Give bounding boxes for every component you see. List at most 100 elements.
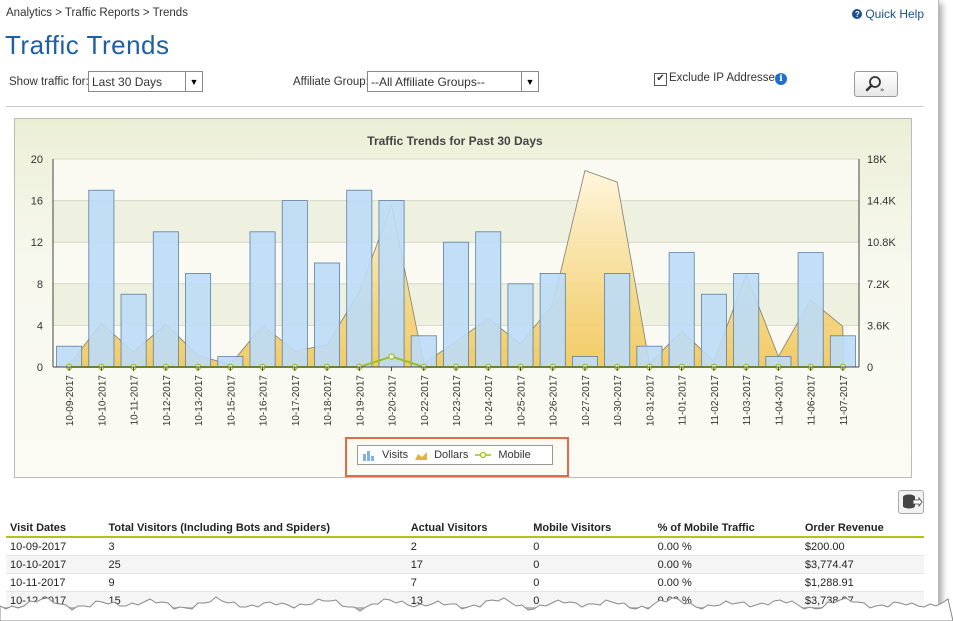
show-traffic-select[interactable]: Last 30 Days ▼ bbox=[88, 71, 203, 92]
table-cell: 7 bbox=[406, 573, 530, 592]
x-tick-label: 10-09-2017 bbox=[65, 375, 76, 427]
divider bbox=[6, 106, 924, 107]
chevron-down-icon: ▼ bbox=[521, 72, 538, 91]
affiliate-group-value: --All Affiliate Groups-- bbox=[371, 74, 485, 89]
x-tick-label: 10-23-2017 bbox=[452, 375, 463, 427]
table-cell: 10-10-2017 bbox=[6, 555, 105, 574]
visits-bar bbox=[475, 231, 502, 368]
table-cell: 0.00 % bbox=[653, 555, 801, 574]
line-chart-icon bbox=[475, 451, 492, 459]
x-tick-label: 10-11-2017 bbox=[130, 375, 141, 426]
table-cell: $3,774.47 bbox=[800, 555, 924, 574]
visits-bar bbox=[668, 252, 695, 368]
x-tick-label: 11-06-2017 bbox=[807, 375, 818, 426]
x-tick-label: 10-26-2017 bbox=[549, 375, 560, 427]
column-header[interactable]: Total Visitors (Including Bots and Spide… bbox=[104, 519, 407, 538]
visits-bar bbox=[539, 272, 566, 368]
area-chart-icon bbox=[415, 452, 428, 460]
table-row: 10-09-2017 3 2 0 0.00 % $200.00 bbox=[6, 537, 924, 556]
x-tick-label: 10-24-2017 bbox=[484, 375, 495, 427]
y-left-tick-label: 12 bbox=[31, 237, 43, 249]
column-header[interactable]: Visit Dates bbox=[6, 519, 105, 538]
table-cell: 10-11-2017 bbox=[6, 573, 105, 592]
traffic-table: Visit Dates Total Visitors (Including Bot… bbox=[6, 519, 924, 607]
x-tick-label: 10-13-2017 bbox=[194, 375, 205, 427]
y-right-tick-label: 7.2K bbox=[867, 279, 890, 291]
y-left-tick-label: 20 bbox=[31, 154, 43, 166]
visits-bar bbox=[700, 293, 727, 368]
x-tick-label: 11-01-2017 bbox=[678, 375, 689, 426]
quick-help-link[interactable]: ? Quick Help bbox=[852, 7, 924, 21]
visits-bar bbox=[281, 200, 308, 368]
torn-edge bbox=[0, 596, 953, 621]
mobile-point bbox=[388, 353, 395, 360]
y-left-tick-label: 4 bbox=[37, 320, 43, 332]
y-left-tick-label: 16 bbox=[31, 196, 43, 208]
table-cell: 25 bbox=[104, 555, 407, 574]
y-left-tick-label: 0 bbox=[37, 362, 43, 374]
page-title: Traffic Trends bbox=[5, 30, 170, 60]
x-tick-label: 10-19-2017 bbox=[355, 375, 366, 427]
table-cell: 0 bbox=[529, 555, 654, 574]
chevron-down-icon: ▼ bbox=[185, 72, 202, 91]
x-tick-label: 10-16-2017 bbox=[259, 375, 270, 427]
y-right-tick-label: 0 bbox=[867, 362, 873, 374]
x-tick-label: 11-07-2017 bbox=[839, 375, 850, 426]
traffic-trends-chart: 0 4 8 12 16 20 0 3.6K 7.2K 10.8K 14.4K 18K 10-09-201… bbox=[31, 134, 897, 427]
table-cell: 0 bbox=[529, 573, 654, 592]
visits-bar bbox=[829, 335, 856, 368]
visits-bar bbox=[314, 262, 341, 368]
y-left-tick-label: 8 bbox=[37, 279, 43, 291]
column-header[interactable]: Actual Visitors bbox=[406, 519, 530, 538]
x-tick-label: 10-17-2017 bbox=[291, 375, 302, 427]
visits-bar bbox=[185, 272, 212, 368]
affiliate-group-select[interactable]: --All Affiliate Groups-- ▼ bbox=[367, 71, 539, 92]
question-circle-icon: ? bbox=[852, 9, 863, 19]
info-icon[interactable]: i bbox=[775, 73, 787, 85]
y-right-tick-label: 10.8K bbox=[867, 237, 896, 249]
table-cell: 17 bbox=[406, 555, 530, 574]
exclude-ip-checkbox[interactable]: ✔ bbox=[654, 73, 667, 86]
table-cell: $1,288.91 bbox=[800, 573, 924, 592]
table-row: 10-10-2017 25 17 0 0.00 % $3,774.47 bbox=[6, 555, 924, 574]
search-button[interactable]: » bbox=[854, 71, 898, 97]
column-header[interactable]: Order Revenue bbox=[800, 519, 924, 538]
table-cell: 0.00 % bbox=[653, 573, 801, 592]
visits-bar bbox=[797, 252, 824, 368]
legend-dollars: Dollars bbox=[434, 449, 469, 461]
legend-mobile: Mobile bbox=[498, 449, 531, 461]
x-tick-label: 10-20-2017 bbox=[388, 375, 399, 427]
magnifier-icon: » bbox=[865, 76, 884, 94]
table-cell: $200.00 bbox=[800, 537, 924, 556]
table-row: 10-11-2017 9 7 0 0.00 % $1,288.91 bbox=[6, 573, 924, 592]
x-tick-label: 11-04-2017 bbox=[774, 375, 785, 426]
breadcrumb: Analytics > Traffic Reports > Trends bbox=[6, 7, 188, 19]
export-button[interactable] bbox=[898, 490, 924, 514]
app-window: Analytics > Traffic Reports > Trends ? Q… bbox=[0, 0, 939, 608]
y-right-tick-label: 3.6K bbox=[867, 320, 890, 332]
y-right-tick-label: 14.4K bbox=[867, 196, 896, 208]
chart-legend[interactable]: Visits Dollars Mobile bbox=[357, 445, 553, 465]
y-right-tick-label: 18K bbox=[867, 154, 887, 166]
visits-bar bbox=[604, 272, 631, 368]
column-header[interactable]: % of Mobile Traffic bbox=[653, 519, 801, 538]
table-cell: 10-09-2017 bbox=[6, 537, 105, 556]
x-tick-label: 10-27-2017 bbox=[581, 375, 592, 427]
visits-bar bbox=[249, 231, 276, 368]
x-tick-label: 10-22-2017 bbox=[420, 375, 431, 427]
visits-bar bbox=[346, 189, 373, 368]
table-cell: 2 bbox=[406, 537, 530, 556]
visits-bar bbox=[378, 200, 405, 368]
visits-bar bbox=[88, 189, 115, 368]
database-export-icon bbox=[903, 494, 923, 509]
x-tick-label: 11-02-2017 bbox=[710, 375, 721, 426]
x-tick-label: 10-18-2017 bbox=[323, 375, 334, 427]
column-header[interactable]: Mobile Visitors bbox=[529, 519, 654, 538]
x-tick-label: 10-12-2017 bbox=[162, 375, 173, 427]
svg-text:»: » bbox=[880, 86, 884, 94]
x-tick-label: 10-15-2017 bbox=[226, 375, 237, 427]
visits-bar bbox=[152, 231, 179, 368]
x-tick-label: 10-31-2017 bbox=[645, 375, 656, 427]
visits-bar bbox=[120, 293, 147, 368]
chart-panel: 0 4 8 12 16 20 0 3.6K 7.2K 10.8K 14.4K 18K 10-09-201… bbox=[14, 118, 912, 478]
